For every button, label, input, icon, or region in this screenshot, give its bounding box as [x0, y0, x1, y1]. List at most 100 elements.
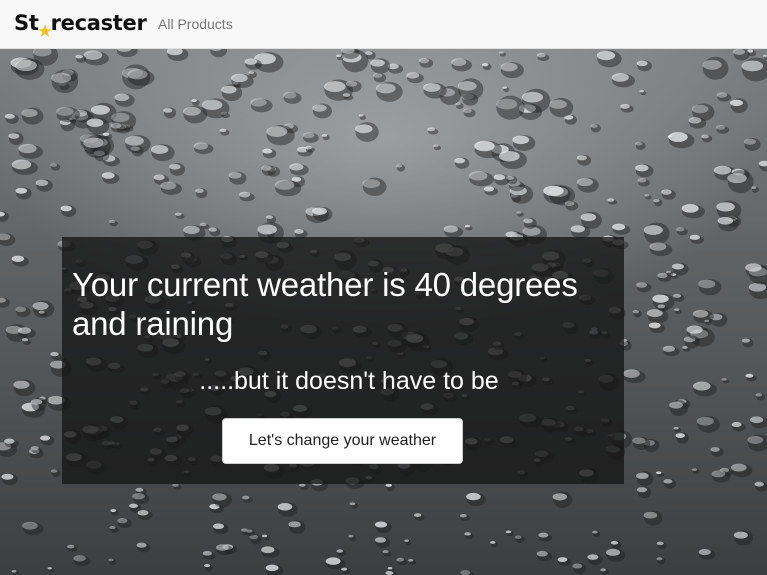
- raindrop: [18, 143, 44, 159]
- raindrop: [730, 463, 753, 478]
- raindrop: [572, 563, 587, 574]
- raindrop: [414, 513, 425, 521]
- raindrop: [496, 95, 525, 120]
- raindrop: [11, 255, 29, 267]
- raindrop: [455, 102, 464, 110]
- raindrop: [50, 163, 61, 171]
- page: St recaster All Products Your current we…: [0, 0, 767, 575]
- raindrop: [500, 62, 524, 79]
- raindrop: [745, 373, 757, 382]
- raindrop: [474, 140, 502, 159]
- brand-logo[interactable]: St recaster: [14, 9, 147, 37]
- raindrop: [250, 98, 273, 113]
- raindrop: [464, 532, 474, 540]
- raindrop: [150, 144, 175, 162]
- raindrop: [741, 57, 767, 82]
- nav-link-all-products[interactable]: All Products: [158, 15, 233, 33]
- raindrop: [636, 282, 652, 293]
- raindrop: [172, 483, 182, 490]
- raindrop: [612, 223, 631, 235]
- raindrop: [607, 198, 618, 205]
- raindrop: [110, 509, 119, 516]
- raindrop: [11, 159, 39, 175]
- raindrop: [733, 49, 750, 61]
- raindrop: [67, 544, 78, 552]
- raindrop: [372, 73, 387, 83]
- raindrop: [47, 567, 55, 573]
- raindrop: [404, 539, 412, 546]
- raindrop: [219, 128, 230, 136]
- raindrop: [355, 122, 379, 142]
- raindrop: [56, 107, 80, 123]
- raindrop: [50, 469, 61, 478]
- raindrop: [662, 345, 680, 357]
- raindrop: [370, 58, 391, 74]
- raindrop: [349, 502, 358, 509]
- raindrop: [228, 171, 247, 185]
- hero-subline: .....but it doesn't have to be: [199, 367, 499, 395]
- raindrop: [576, 177, 599, 193]
- raindrop: [490, 541, 499, 548]
- raindrop: [656, 557, 666, 565]
- raindrop: [620, 103, 634, 113]
- raindrop: [632, 436, 651, 451]
- raindrop: [454, 157, 470, 169]
- raindrop: [648, 322, 666, 333]
- raindrop: [590, 124, 601, 133]
- raindrop: [109, 526, 119, 533]
- raindrop: [261, 165, 276, 176]
- raindrop: [127, 69, 155, 86]
- raindrop: [653, 199, 663, 207]
- raindrop: [277, 502, 298, 517]
- raindrop: [460, 570, 475, 575]
- raindrop: [552, 491, 573, 509]
- raindrop: [101, 172, 120, 184]
- raindrop: [698, 279, 722, 296]
- raindrop: [0, 297, 10, 308]
- raindrop: [385, 483, 395, 492]
- raindrop: [427, 127, 439, 135]
- raindrop: [636, 486, 652, 499]
- raindrop: [751, 186, 760, 193]
- raindrop: [463, 108, 476, 118]
- raindrop: [117, 518, 132, 529]
- raindrop: [246, 529, 256, 537]
- raindrop: [730, 98, 748, 114]
- raindrop: [464, 224, 473, 231]
- raindrop: [576, 154, 591, 166]
- raindrop: [451, 58, 473, 72]
- raindrop: [675, 432, 689, 444]
- raindrop: [75, 54, 87, 63]
- raindrop: [644, 194, 652, 200]
- raindrop: [611, 73, 636, 88]
- raindrop: [108, 219, 118, 227]
- raindrop: [163, 107, 177, 119]
- raindrop: [423, 82, 447, 99]
- raindrop: [743, 137, 761, 151]
- raindrop: [639, 90, 647, 96]
- raindrop: [238, 191, 255, 202]
- raindrop: [195, 188, 208, 199]
- raindrop: [663, 478, 677, 489]
- raindrop: [754, 481, 767, 492]
- raindrop: [265, 564, 284, 575]
- raindrop: [166, 49, 189, 61]
- raindrop: [83, 50, 109, 66]
- raindrop: [385, 570, 397, 575]
- raindrop: [212, 523, 229, 535]
- raindrop: [676, 227, 688, 236]
- raindrop: [747, 434, 767, 452]
- raindrop: [50, 351, 63, 360]
- raindrop: [755, 393, 766, 401]
- raindrop: [549, 97, 574, 118]
- raindrop: [636, 471, 654, 487]
- raindrop: [289, 163, 309, 176]
- hero-overlay: Your current weather is 40 degrees and r…: [62, 237, 624, 484]
- raindrop: [499, 150, 527, 170]
- hero-headline: Your current weather is 40 degrees and r…: [72, 266, 578, 342]
- raindrop: [191, 99, 200, 106]
- raindrop: [208, 227, 221, 237]
- raindrop: [22, 521, 44, 536]
- change-weather-button[interactable]: Let's change your weather: [222, 418, 463, 464]
- raindrop: [321, 134, 330, 141]
